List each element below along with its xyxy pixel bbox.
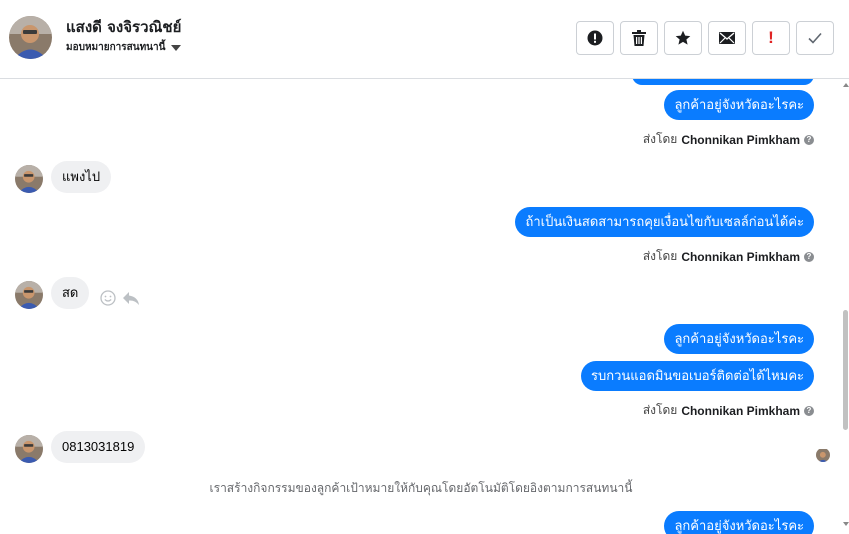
sent-by-label: ส่งโดย Chonnikan Pimkham ? [643,401,814,420]
message-hover-actions [100,290,140,306]
help-icon[interactable]: ? [804,251,814,262]
outgoing-message[interactable]: ลูกค้าอยู่จังหวัดอะไรคะ [664,90,814,120]
checkmark-icon [808,32,822,44]
conversation-header: แสงดี จงจิรวณิชย์ มอบหมายการสนทนานี้ ! [0,0,849,79]
follow-up-button[interactable]: ! [752,21,790,55]
scroll-down-arrow-icon[interactable] [843,522,849,526]
sender-avatar[interactable] [15,435,43,463]
scrollbar-track[interactable] [842,79,849,534]
contact-name: แสงดี จงจิรวณิชย์ [66,18,182,36]
outgoing-message[interactable]: ลูกค้าอยู่จังหวัดอะไรคะ [664,324,814,354]
outgoing-message[interactable]: ถ้าเป็นเงินสดสามารถคุยเงื่อนไขกับเซลล์ก่… [515,207,814,237]
scroll-up-arrow-icon[interactable] [843,83,849,87]
outgoing-message-partial[interactable] [632,79,814,85]
message-thread[interactable]: ลูกค้าอยู่จังหวัดอะไรคะ ส่งโดย Chonnikan… [0,79,842,534]
outgoing-message[interactable]: รบกวนแอดมินขอเบอร์ติดต่อได้ไหมคะ [580,361,814,391]
reply-icon[interactable] [122,291,140,306]
exclamation-icon: ! [768,28,774,47]
caret-down-icon [171,44,182,51]
sender-avatar[interactable] [15,165,43,193]
sender-avatar[interactable] [15,281,43,309]
help-icon[interactable]: ? [804,405,814,416]
scrollbar-thumb[interactable] [843,310,848,430]
emoji-react-icon[interactable] [100,290,116,306]
trash-icon [632,30,646,46]
outgoing-message[interactable]: ลูกค้าอยู่จังหวัดอะไรคะ [664,511,814,534]
seen-indicator-avatar [816,448,830,462]
assign-conversation-dropdown[interactable]: มอบหมายการสนทนานี้ [66,40,182,55]
system-note: เราสร้างกิจกรรมของลูกค้าเป้าหมายให้กับคุ… [209,481,633,495]
assign-label: มอบหมายการสนทนานี้ [66,42,166,53]
sent-by-label: ส่งโดย Chonnikan Pimkham ? [643,247,814,266]
spam-button[interactable] [576,21,614,55]
mark-done-button[interactable] [796,21,834,55]
conversation-toolbar: ! [576,21,834,55]
incoming-message[interactable]: 0813031819 [51,431,146,463]
agent-name: Chonnikan Pimkham [681,132,800,147]
envelope-icon [719,32,735,44]
contact-avatar[interactable] [9,16,52,59]
agent-name: Chonnikan Pimkham [681,403,800,418]
agent-name: Chonnikan Pimkham [681,249,800,264]
alert-circle-icon [587,30,603,46]
star-button[interactable] [664,21,702,55]
sent-by-label: ส่งโดย Chonnikan Pimkham ? [643,130,814,149]
help-icon[interactable]: ? [804,134,814,145]
incoming-message[interactable]: สด [51,277,90,309]
incoming-message[interactable]: แพงไป [51,161,112,193]
mark-unread-button[interactable] [708,21,746,55]
star-icon [675,30,691,45]
delete-button[interactable] [620,21,658,55]
